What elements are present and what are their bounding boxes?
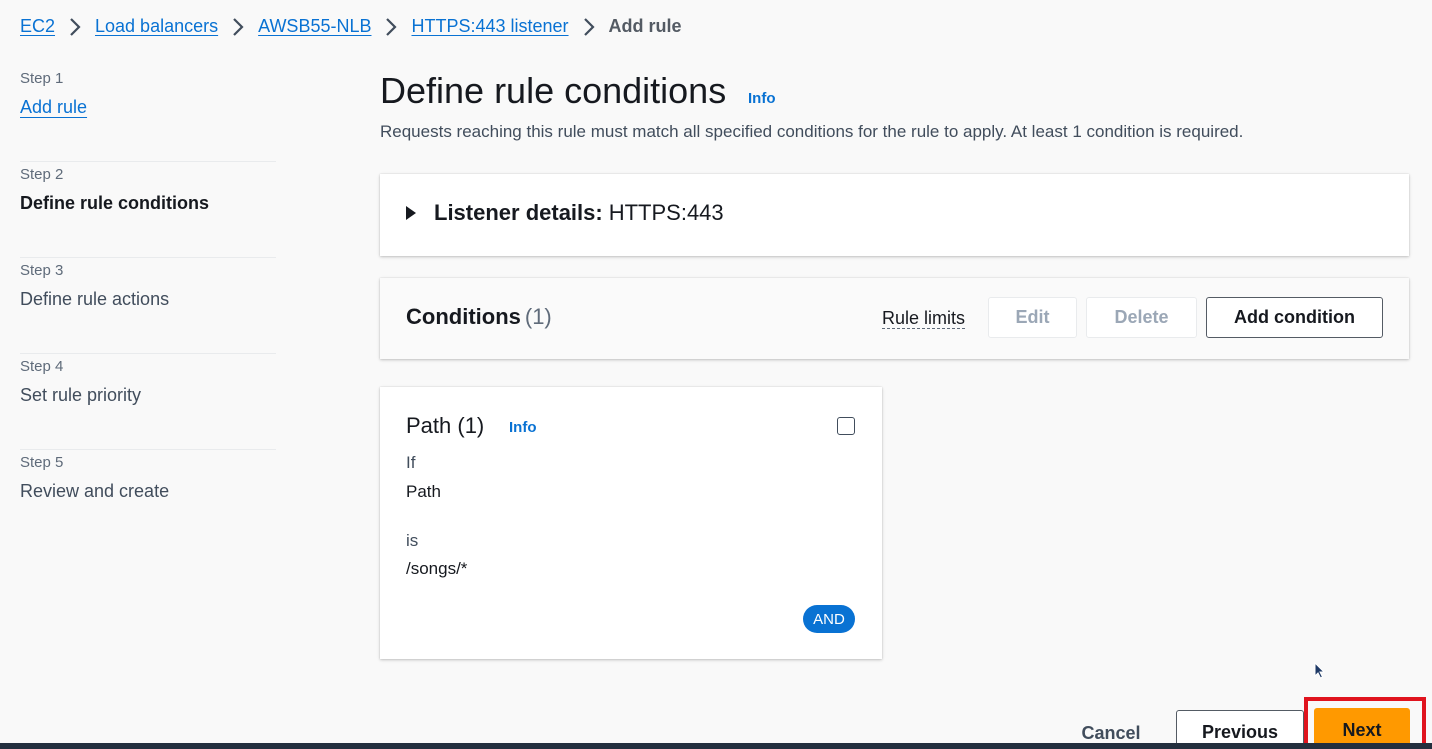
step-number: Step 5 bbox=[20, 454, 64, 471]
conditions-title: Conditions (1) bbox=[406, 304, 552, 330]
bottom-bar bbox=[0, 743, 1432, 749]
select-condition-checkbox[interactable] bbox=[837, 417, 855, 435]
step-number: Step 1 bbox=[20, 70, 64, 87]
step-number: Step 2 bbox=[20, 166, 64, 183]
step-title-current: Define rule conditions bbox=[20, 193, 210, 213]
step-link-add-rule[interactable]: Add rule bbox=[20, 97, 87, 118]
delete-button[interactable]: Delete bbox=[1086, 297, 1197, 338]
chevron-right-icon bbox=[232, 17, 244, 37]
breadcrumb-load-balancer-name[interactable]: AWSB55-NLB bbox=[258, 16, 371, 37]
step-number: Step 4 bbox=[20, 358, 64, 375]
step-4: Step 4 Set rule priority bbox=[20, 354, 276, 450]
is-label: is bbox=[406, 531, 419, 550]
listener-details-label: Listener details: bbox=[434, 200, 603, 225]
step-1: Step 1 Add rule bbox=[20, 66, 276, 162]
condition-value: /songs/* bbox=[406, 559, 468, 578]
edit-button[interactable]: Edit bbox=[988, 297, 1077, 338]
step-title: Review and create bbox=[20, 481, 170, 501]
chevron-right-icon bbox=[385, 17, 398, 37]
condition-field: Path bbox=[406, 482, 441, 501]
breadcrumb-load-balancers[interactable]: Load balancers bbox=[95, 16, 218, 37]
breadcrumb-current: Add rule bbox=[608, 16, 682, 36]
info-link[interactable]: Info bbox=[748, 90, 776, 107]
wizard-steps: Step 1 Add rule Step 2 Define rule condi… bbox=[20, 66, 276, 546]
add-condition-button[interactable]: Add condition bbox=[1206, 297, 1383, 338]
step-5: Step 5 Review and create bbox=[20, 450, 276, 546]
chevron-right-icon bbox=[583, 17, 595, 37]
conditions-heading: Conditions bbox=[406, 304, 521, 329]
listener-details-value: HTTPS:443 bbox=[608, 200, 724, 225]
step-title: Set rule priority bbox=[20, 385, 142, 405]
step-3: Step 3 Define rule actions bbox=[20, 258, 276, 354]
rule-limits-link[interactable]: Rule limits bbox=[882, 308, 966, 329]
step-2: Step 2 Define rule conditions bbox=[20, 162, 276, 258]
and-badge: AND bbox=[803, 605, 855, 633]
page-title: Define rule conditions bbox=[380, 70, 727, 111]
info-link[interactable]: Info bbox=[509, 419, 537, 436]
page-description: Requests reaching this rule must match a… bbox=[380, 122, 1244, 141]
listener-details-panel: Listener details: HTTPS:443 bbox=[380, 174, 1409, 256]
breadcrumb: EC2 Load balancers AWSB55-NLB HTTPS:443 … bbox=[20, 16, 682, 37]
path-card-title: Path (1) bbox=[406, 413, 485, 438]
step-title: Define rule actions bbox=[20, 289, 170, 309]
step-number: Step 3 bbox=[20, 262, 64, 279]
conditions-panel: Conditions (1) Rule limits Edit Delete Ad… bbox=[380, 278, 1409, 359]
path-condition-card: Path (1) Info If Path is /songs/* AND bbox=[380, 387, 882, 659]
listener-details-toggle[interactable]: Listener details: HTTPS:443 bbox=[406, 200, 724, 226]
caret-right-icon bbox=[406, 206, 416, 220]
chevron-right-icon bbox=[69, 17, 81, 37]
breadcrumb-ec2[interactable]: EC2 bbox=[20, 16, 55, 37]
conditions-count: (1) bbox=[524, 304, 552, 329]
breadcrumb-listener[interactable]: HTTPS:443 listener bbox=[411, 16, 568, 37]
mouse-cursor-icon bbox=[1314, 662, 1326, 679]
if-label: If bbox=[406, 453, 416, 472]
